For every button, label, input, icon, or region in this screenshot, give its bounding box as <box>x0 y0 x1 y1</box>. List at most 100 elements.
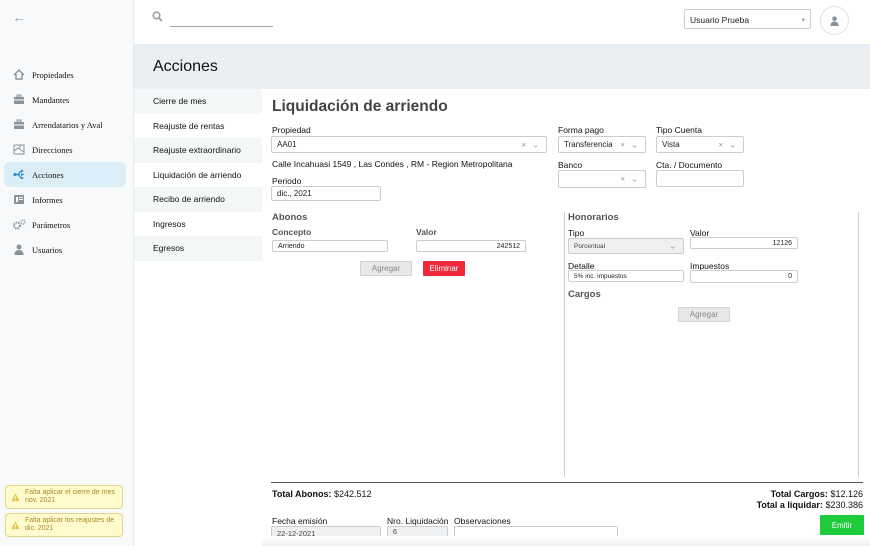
sidebar-item-label: Propiedades <box>32 69 74 80</box>
warning-icon <box>11 492 20 501</box>
sidebar-item-usuarios[interactable]: Usuarios <box>4 237 126 262</box>
warning-icon <box>11 520 20 529</box>
subnav-item-ingresos[interactable]: Ingresos <box>134 212 262 237</box>
concepto-input[interactable]: Arriendo <box>272 240 388 252</box>
subnav-item-reajuste-extraordinario[interactable]: Reajuste extraordinario <box>134 138 262 163</box>
sidebar-item-label: Acciones <box>32 169 64 180</box>
chevron-down-icon: ⌄ <box>631 140 640 149</box>
chevron-down-icon: ⌄ <box>729 140 738 149</box>
house-icon <box>12 69 26 81</box>
sidebar-item-parametros[interactable]: Parámetros <box>4 212 126 237</box>
sidebar-item-acciones[interactable]: Acciones <box>4 162 126 187</box>
chevron-down-icon: ⌄ <box>669 241 678 251</box>
sidebar-item-arrendatarios[interactable]: Arrendatarios y Aval <box>4 112 126 137</box>
clear-icon[interactable]: × <box>620 140 627 149</box>
totals-divider <box>271 482 863 483</box>
tipo-cuenta-label: Tipo Cuenta <box>656 125 702 135</box>
divider <box>564 212 565 477</box>
warning-cierre-mes[interactable]: Falta aplicar el cierre de mes nov. 2021 <box>5 485 123 509</box>
sidebar-nav: Propiedades Mandantes Arrendatarios y Av… <box>4 62 126 262</box>
gears-icon <box>12 219 26 231</box>
total-abonos: Total Abonos: $242.512 <box>272 489 372 499</box>
sidebar-item-label: Mandantes <box>32 94 70 105</box>
user-icon <box>12 244 26 256</box>
user-select-value: Usuario Prueba <box>690 15 750 25</box>
form-title: Liquidación de arriendo <box>272 98 448 115</box>
subnav-item-liquidacion-arriendo[interactable]: Liquidación de arriendo <box>134 163 262 188</box>
subnav: Cierre de mes Reajuste de rentas Reajust… <box>134 89 262 261</box>
search-input[interactable] <box>170 10 273 27</box>
subnav-item-recibo-arriendo[interactable]: Recibo de arriendo <box>134 187 262 212</box>
cargos-add-button[interactable]: Agregar <box>678 307 730 322</box>
banco-label: Banco <box>558 160 583 170</box>
sidebar-item-direcciones[interactable]: Direcciones <box>4 137 126 162</box>
valor-label: Valor <box>416 227 437 237</box>
sidebar-item-label: Usuarios <box>32 244 63 255</box>
periodo-input[interactable]: dic., 2021 <box>271 186 381 201</box>
sidebar-item-informes[interactable]: Informes <box>4 187 126 212</box>
subnav-item-reajuste-rentas[interactable]: Reajuste de rentas <box>134 114 262 139</box>
warning-text: Falta aplicar los reajustes de dic. 2021 <box>25 517 115 532</box>
abonos-delete-button[interactable]: Eliminar <box>423 261 465 276</box>
map-icon <box>12 144 26 156</box>
briefcase-icon <box>12 94 26 106</box>
sidebar-item-label: Arrendatarios y Aval <box>32 119 103 130</box>
chevron-down-icon: ⌄ <box>532 140 541 149</box>
concepto-value: Arriendo <box>278 242 305 250</box>
propiedad-value: AA01 <box>277 140 297 149</box>
abonos-add-button[interactable]: Agregar <box>360 261 412 276</box>
subnav-item-egresos[interactable]: Egresos <box>134 236 262 261</box>
back-arrow-icon[interactable]: ← <box>12 9 26 25</box>
fecha-emision-label: Fecha emisión <box>272 516 328 526</box>
cargos-title: Cargos <box>568 289 601 300</box>
bottom-shadow <box>262 536 870 546</box>
honorarios-title: Honorarios <box>568 212 619 223</box>
honorarios-valor-input[interactable]: 12126 <box>690 237 798 249</box>
nro-liquidacion-label: Nro. Liquidación <box>387 516 449 526</box>
tipo-select[interactable]: Porcentual ⌄ <box>568 238 684 254</box>
user-icon <box>830 15 839 26</box>
chevron-down-icon: ⌄ <box>631 174 640 184</box>
page-title: Acciones <box>153 58 218 75</box>
tipo-value: Porcentual <box>574 242 606 250</box>
clear-icon[interactable]: × <box>620 175 627 184</box>
user-select[interactable]: Usuario Prueba ▾ <box>684 9 811 29</box>
impuestos-value: 0 <box>788 273 792 280</box>
sidebar-item-propiedades[interactable]: Propiedades <box>4 62 126 87</box>
detalle-input[interactable]: 5% inc. impuestos <box>568 270 684 282</box>
tipo-cuenta-select[interactable]: Vista × ⌄ <box>656 136 744 153</box>
valor-input[interactable]: 242512 <box>416 240 526 252</box>
propiedad-label: Propiedad <box>272 125 311 135</box>
periodo-value: dic., 2021 <box>277 189 312 198</box>
page-header: Acciones <box>134 44 870 89</box>
avatar[interactable] <box>820 6 849 35</box>
cta-documento-input[interactable] <box>656 170 744 187</box>
emitir-button[interactable]: Emitir <box>820 515 864 535</box>
warning-text: Falta aplicar el cierre de mes nov. 2021 <box>25 489 115 504</box>
top-bar: Usuario Prueba ▾ <box>134 0 870 44</box>
observaciones-label: Observaciones <box>454 516 511 526</box>
banco-select[interactable]: × ⌄ <box>558 170 646 188</box>
clear-icon[interactable]: × <box>718 140 725 149</box>
forma-pago-value: Transferencia <box>564 140 613 149</box>
honorarios-valor-value: 12126 <box>772 239 792 247</box>
main-content: Liquidación de arriendo Propiedad AA01 ×… <box>262 89 870 546</box>
divider <box>858 212 859 477</box>
sidebar-item-label: Parámetros <box>32 219 71 230</box>
valor-value: 242512 <box>496 242 520 250</box>
report-icon <box>12 194 26 206</box>
abonos-title: Abonos <box>272 212 308 223</box>
sidebar-item-mandantes[interactable]: Mandantes <box>4 87 126 112</box>
propiedad-select[interactable]: AA01 × ⌄ <box>271 136 547 153</box>
clear-icon[interactable]: × <box>521 140 528 149</box>
chevron-down-icon: ▾ <box>801 17 805 24</box>
search-icon <box>152 11 163 22</box>
forma-pago-select[interactable]: Transferencia × ⌄ <box>558 136 646 153</box>
briefcase-icon <box>12 119 26 131</box>
impuestos-input[interactable]: 0 <box>690 270 798 283</box>
tipo-label: Tipo <box>568 228 585 238</box>
sidebar: ← Propiedades Mandantes Arrendatarios y … <box>0 0 134 546</box>
address-text: Calle Incahuasi 1549 , Las Condes , RM -… <box>272 159 513 169</box>
subnav-item-cierre-mes[interactable]: Cierre de mes <box>134 89 262 114</box>
warning-reajustes[interactable]: Falta aplicar los reajustes de dic. 2021 <box>5 513 123 537</box>
